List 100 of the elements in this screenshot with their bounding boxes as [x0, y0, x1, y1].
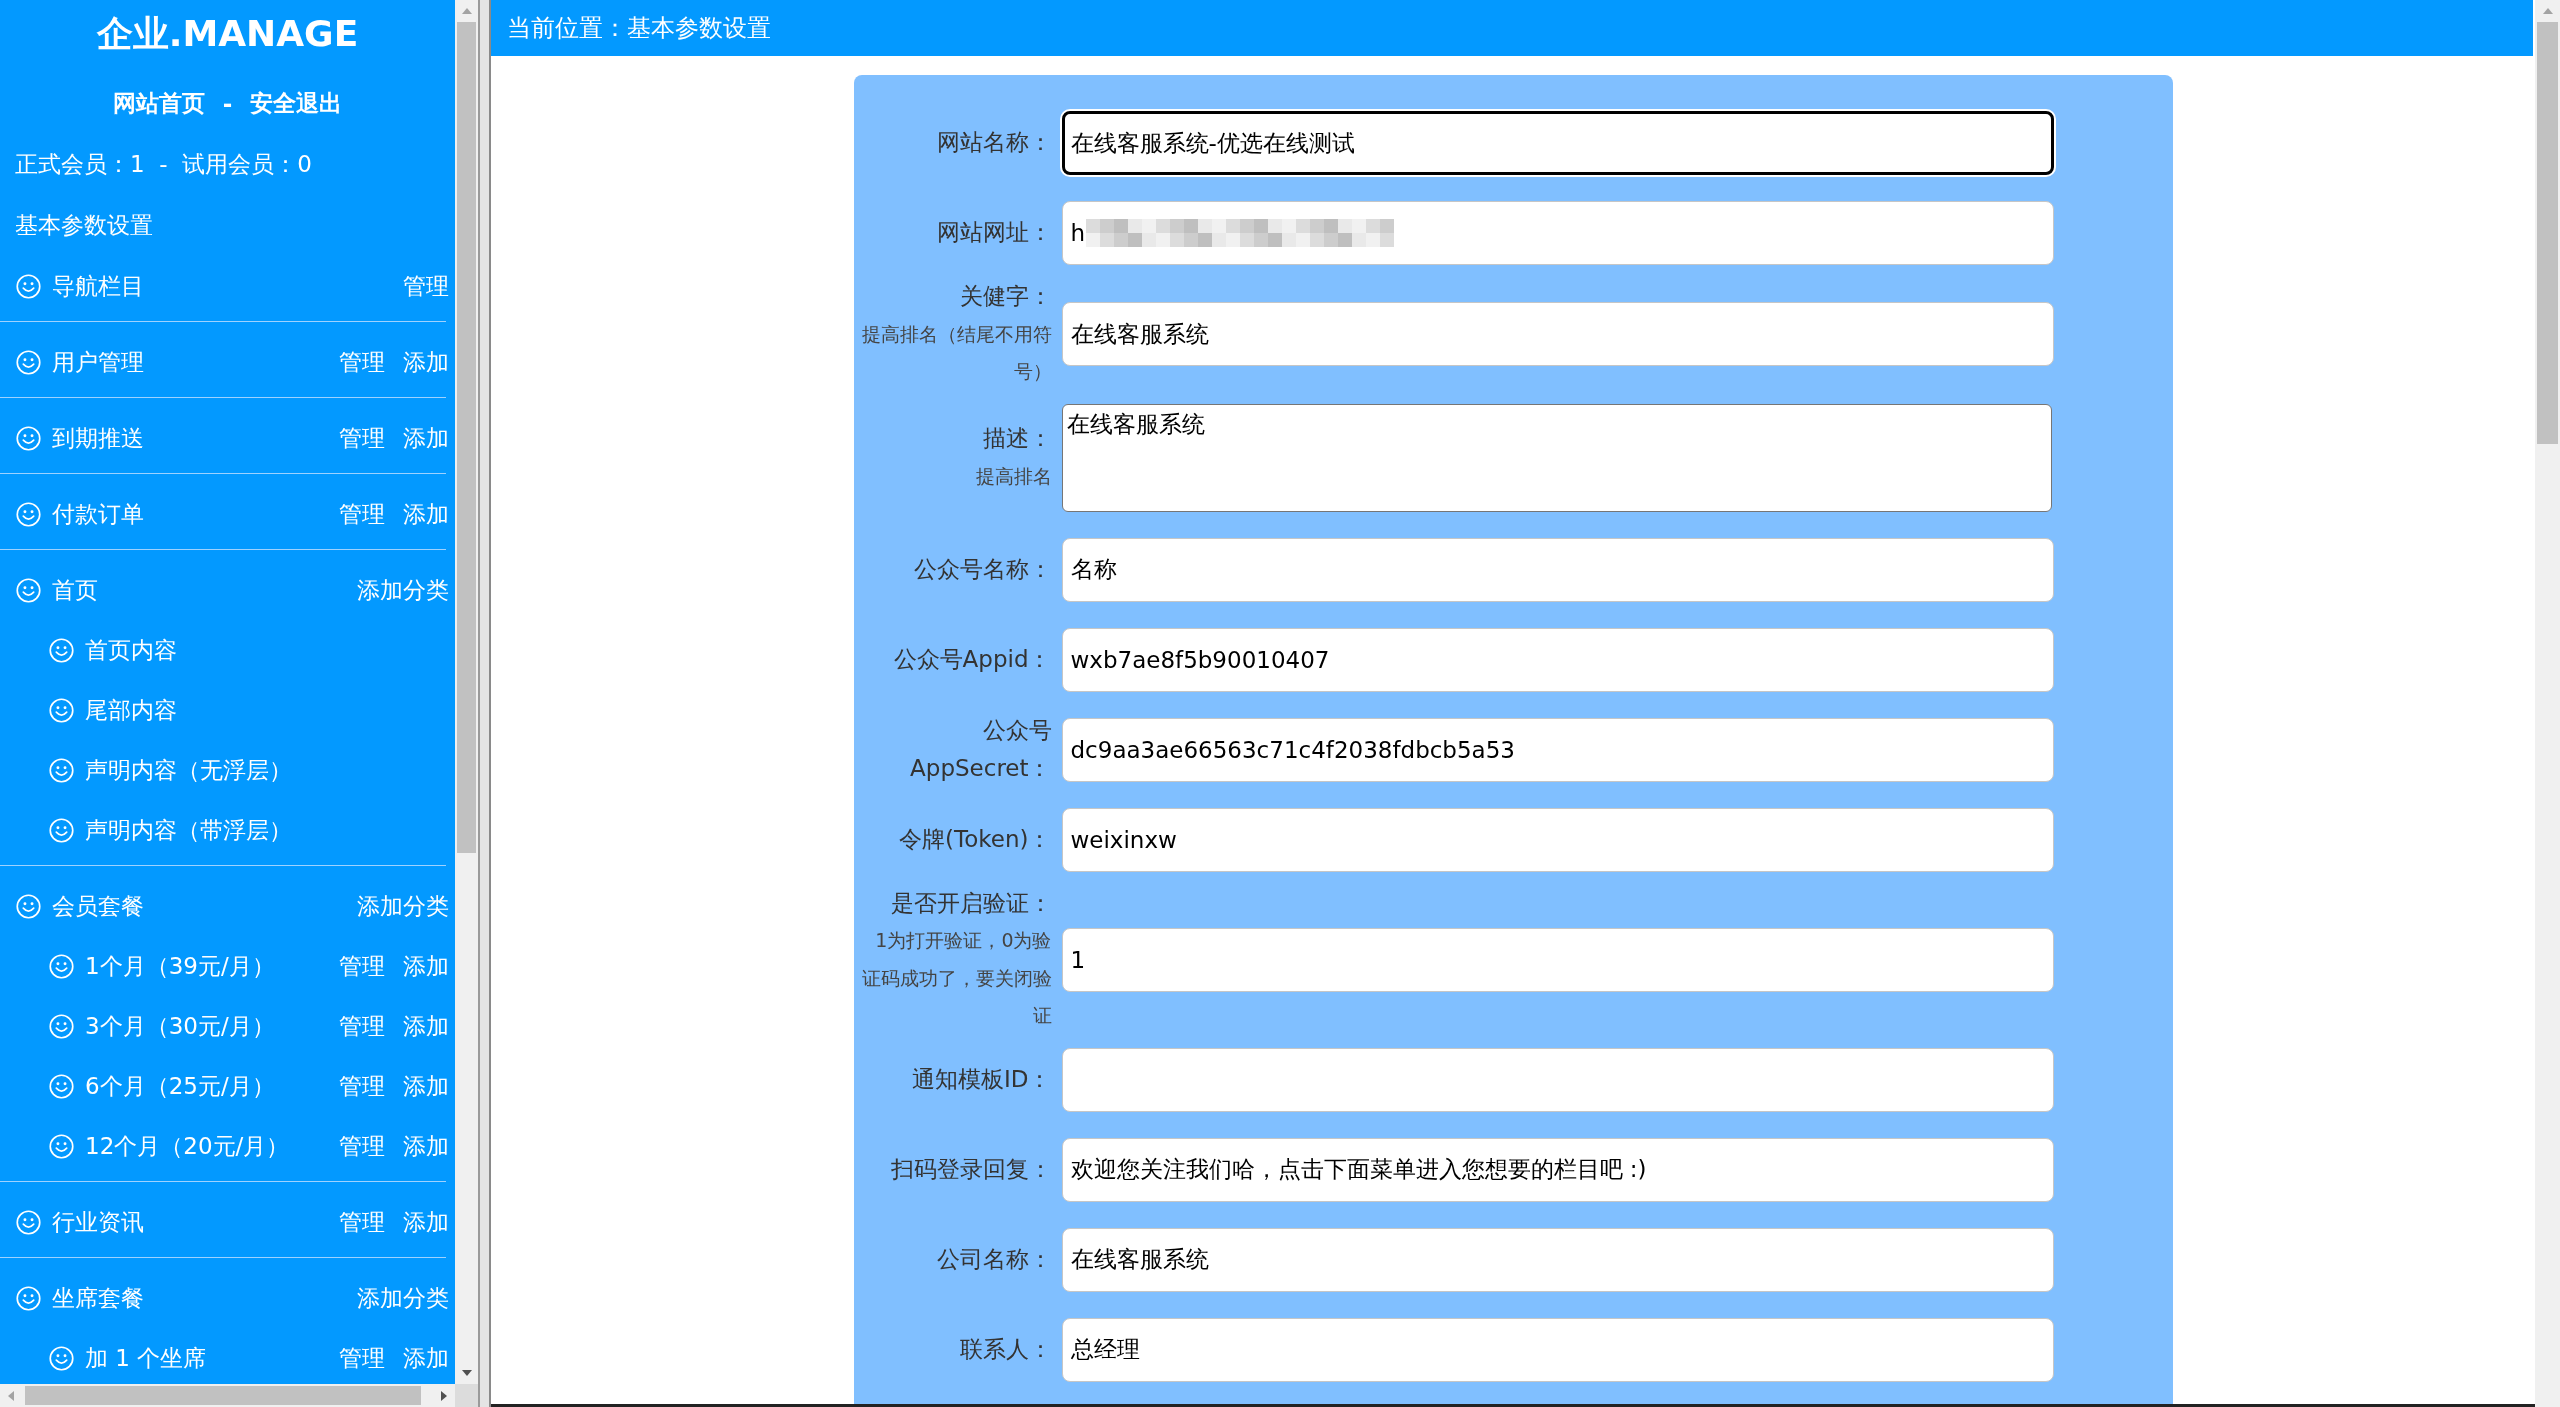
action-link[interactable]: 添加 [403, 1206, 449, 1238]
menu-link[interactable]: 1个月（39元/月） [85, 950, 275, 982]
menu-link[interactable]: 会员套餐 [52, 890, 144, 922]
smiley-icon [16, 349, 41, 375]
action-link[interactable]: 管理 [339, 1130, 385, 1162]
menu-link[interactable]: 声明内容（无浮层） [85, 754, 292, 786]
text-area[interactable]: 在线客服系统 [1061, 403, 2052, 512]
nav-link[interactable]: 网站首页 [112, 88, 205, 119]
field-hint: 提高排名 [975, 463, 1052, 489]
text-input[interactable]: 在线客服系统 [1061, 302, 2054, 367]
action-link[interactable]: 添加 [403, 1070, 449, 1102]
action-link[interactable]: 管理 [339, 498, 385, 530]
text-input[interactable]: wxb7ae8f5b90010407 [1061, 627, 2054, 692]
menu-link[interactable]: 用户管理 [52, 346, 144, 378]
menu-link[interactable]: 12个月（20元/月） [85, 1130, 290, 1162]
action-link[interactable]: 管理 [339, 950, 385, 982]
text-input[interactable]: 欢迎您关注我们哈，点击下面菜单进入您想要的栏目吧 :) [1061, 1137, 2054, 1202]
smiley-icon [49, 1345, 74, 1371]
action-link[interactable]: 添加 [403, 498, 449, 530]
action-link[interactable]: 添加 [403, 1010, 449, 1042]
text-input[interactable]: 在线客服系统-优选在线测试 [1061, 111, 2054, 175]
smiley-icon [16, 893, 41, 919]
smiley-icon [49, 1073, 74, 1099]
logo-text: 企业.MANAGE [96, 11, 359, 56]
text-input[interactable]: 在线客服系统 [1061, 1227, 2054, 1292]
arrow-down-icon[interactable] [461, 1370, 472, 1376]
menu-link[interactable]: 首页内容 [85, 634, 177, 666]
menu-link[interactable]: 基本参数设置 [15, 210, 153, 241]
action-link[interactable]: 管理 [339, 422, 385, 454]
action-link[interactable]: 管理 [339, 1342, 385, 1374]
menu-link[interactable]: 行业资讯 [52, 1206, 144, 1238]
text-input[interactable]: 1 [1061, 927, 2054, 992]
menu-link[interactable]: 6个月（25元/月） [85, 1070, 275, 1102]
field-label: 公司名称： [936, 1244, 1052, 1274]
arrow-right-icon[interactable] [441, 1390, 447, 1401]
text-input[interactable]: dc9aa3ae66563c71c4f2038fdbcb5a53 [1061, 717, 2054, 782]
smiley-icon [49, 757, 74, 783]
smiley-icon [49, 817, 74, 843]
smiley-icon [16, 1285, 41, 1311]
field-hint: 提高排名（结尾不用符号） [860, 321, 1052, 384]
menu-link[interactable]: 首页 [52, 574, 98, 606]
action-link[interactable]: 管理 [339, 346, 385, 378]
field-label: 通知模板ID： [912, 1064, 1052, 1094]
field-label: 扫码登录回复： [890, 1154, 1052, 1184]
field-label: 描述： [982, 424, 1052, 453]
smiley-icon [16, 425, 41, 451]
text-input[interactable]: 总经理 [1061, 1317, 2054, 1382]
scrollbar-thumb[interactable] [2537, 22, 2558, 444]
smiley-icon [16, 273, 41, 299]
action-link[interactable]: 管理 [403, 270, 449, 302]
field-label: 公众号名称： [913, 554, 1052, 584]
menu-link[interactable]: 坐席套餐 [52, 1282, 144, 1314]
scrollbar-corner [455, 1384, 478, 1407]
scrollbar[interactable] [2535, 0, 2560, 1407]
separator-text: - [222, 90, 233, 117]
menu-link[interactable]: 加 1 个坐席 [85, 1342, 207, 1374]
field-label: 网站名称： [936, 128, 1052, 158]
action-link[interactable]: 添加 [403, 950, 449, 982]
menu-link[interactable]: 导航栏目 [52, 270, 144, 302]
field-label: 关健字： [959, 282, 1052, 311]
field-label: 联系人： [959, 1334, 1052, 1364]
smiley-icon [49, 697, 74, 723]
menu-link[interactable]: 3个月（30元/月） [85, 1010, 275, 1042]
action-link[interactable]: 添加 [403, 346, 449, 378]
field-label: 公众号Appid： [893, 644, 1052, 674]
arrow-up-icon[interactable] [2542, 8, 2553, 14]
smiley-icon [49, 637, 74, 663]
breadcrumb-text: 当前位置：基本参数设置 [507, 13, 771, 44]
text-input[interactable] [1061, 1047, 2054, 1112]
field-label: 令牌(Token)： [899, 824, 1052, 854]
action-link[interactable]: 添加 [403, 1342, 449, 1374]
arrow-up-icon[interactable] [461, 8, 472, 14]
field-hint: 1为打开验证，0为验证码成功了，要关闭验证 [860, 928, 1052, 1028]
action-link[interactable]: 添加分类 [357, 574, 449, 606]
smiley-icon [49, 1013, 74, 1039]
action-link[interactable]: 管理 [339, 1070, 385, 1102]
action-link[interactable]: 添加 [403, 1130, 449, 1162]
menu-link[interactable]: 付款订单 [52, 498, 144, 530]
scrollbar[interactable] [455, 0, 478, 1384]
scrollbar-thumb[interactable] [25, 1386, 421, 1405]
action-link[interactable]: 添加分类 [357, 1282, 449, 1314]
nav-link[interactable]: 安全退出 [250, 88, 343, 119]
scrollbar[interactable] [0, 1384, 455, 1407]
text-input[interactable]: 名称 [1061, 537, 2054, 602]
member-stats: 正式会员：1 - 试用会员：0 [15, 150, 312, 179]
action-link[interactable]: 添加分类 [357, 890, 449, 922]
smiley-icon [16, 577, 41, 603]
menu-link[interactable]: 声明内容（带浮层） [85, 814, 292, 846]
arrow-left-icon[interactable] [8, 1390, 14, 1401]
menu-link[interactable]: 尾部内容 [85, 694, 177, 726]
action-link[interactable]: 管理 [339, 1206, 385, 1238]
scrollbar-thumb[interactable] [457, 22, 476, 853]
field-label: 是否开启验证： [890, 888, 1052, 918]
field-label: 公众号AppSecret： [909, 716, 1052, 783]
action-link[interactable]: 添加 [403, 422, 449, 454]
smiley-icon [16, 1209, 41, 1235]
action-link[interactable]: 管理 [339, 1010, 385, 1042]
field-label: 网站网址： [936, 218, 1052, 248]
menu-link[interactable]: 到期推送 [52, 422, 144, 454]
text-input[interactable]: weixinxw [1061, 807, 2054, 872]
